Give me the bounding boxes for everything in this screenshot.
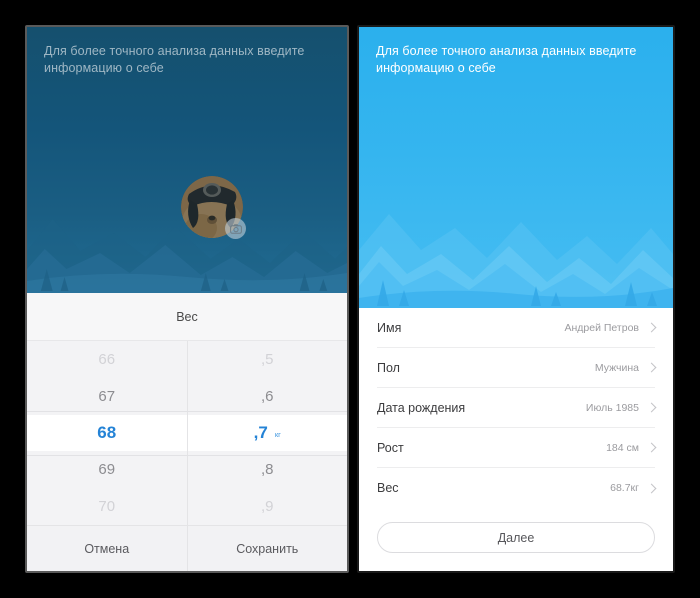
row-value: 68.7кг: [610, 482, 639, 494]
row-label: Рост: [377, 440, 404, 455]
profile-form-screen: Для более точного анализа данных введите…: [357, 25, 675, 573]
chevron-right-icon: [646, 442, 657, 453]
avatar-left[interactable]: [181, 176, 246, 239]
picker-item-decimal-selected[interactable]: ,7 кг: [187, 414, 347, 452]
cancel-button[interactable]: Отмена: [27, 526, 187, 571]
picker-item-whole-selected[interactable]: 68: [27, 414, 187, 452]
hero-header-right: Для более точного анализа данных введите…: [359, 27, 673, 308]
profile-row-birthdate[interactable]: Дата рождения Июль 1985: [377, 388, 657, 428]
row-value: Андрей Петров: [564, 321, 640, 334]
picker-title: Вес: [27, 293, 347, 341]
picker-item-decimal[interactable]: ,8: [188, 451, 348, 488]
row-value: 184 см: [606, 441, 639, 454]
picker-item-whole[interactable]: 69: [27, 451, 187, 488]
chevron-right-icon: [646, 362, 657, 373]
profile-row-name[interactable]: Имя Андрей Петров: [377, 308, 657, 348]
camera-glyph: [229, 223, 242, 234]
row-value: Мужчина: [594, 361, 639, 374]
profile-list: Имя Андрей Петров Пол Мужчина Дата рожде…: [359, 308, 673, 508]
profile-row-weight[interactable]: Вес 68.7кг: [377, 468, 657, 508]
picker-column-whole[interactable]: 66 67 68 69 70: [27, 341, 187, 525]
hero-title-left: Для более точного анализа данных введите…: [44, 44, 305, 75]
chevron-right-icon: [646, 402, 657, 413]
row-label: Имя: [377, 320, 402, 335]
selection-line-bottom: [27, 455, 347, 457]
weight-picker-screen: Для более точного анализа данных введите…: [25, 25, 349, 573]
selection-line-top: [27, 410, 347, 412]
next-button-container: Далее: [359, 508, 673, 553]
picker-item-whole[interactable]: 70: [27, 488, 187, 525]
row-label: Вес: [377, 481, 399, 495]
hero-title-right: Для более точного анализа данных введите…: [376, 44, 637, 75]
picker-item-whole[interactable]: 67: [27, 378, 187, 415]
picker-selected-whole-value: 68: [97, 422, 117, 442]
hero-header-left: Для более точного анализа данных введите…: [27, 27, 347, 293]
picker-column-decimal[interactable]: ,5 ,6 ,7 кг ,8 ,9: [186, 341, 348, 525]
picker-item-decimal[interactable]: ,5: [188, 341, 348, 378]
picker-actions: Отмена Сохранить: [27, 525, 347, 571]
profile-row-height[interactable]: Рост 184 см: [377, 428, 657, 468]
row-label: Пол: [377, 360, 400, 375]
picker-selected-decimal-value: ,7: [253, 422, 268, 442]
picker-item-whole[interactable]: 66: [27, 341, 187, 378]
chevron-right-icon: [646, 483, 657, 493]
picker-item-decimal[interactable]: ,6: [188, 378, 348, 415]
next-button[interactable]: Далее: [377, 522, 655, 553]
picker-item-decimal[interactable]: ,9: [188, 488, 348, 525]
profile-row-gender[interactable]: Пол Мужчина: [377, 348, 657, 388]
screenshot-stage: Для более точного анализа данных введите…: [0, 0, 700, 598]
row-value: Июль 1985: [585, 401, 639, 414]
chevron-right-icon: [646, 322, 657, 333]
weight-picker-sheet: Вес 66 67 68 69 70 ,5 ,6 ,7 кг ,8 ,9 Отм…: [27, 293, 347, 571]
weight-picker[interactable]: 66 67 68 69 70 ,5 ,6 ,7 кг ,8 ,9: [27, 341, 347, 525]
weight-unit-label: кг: [274, 429, 281, 439]
camera-icon[interactable]: [225, 218, 246, 239]
mountain-landscape-right: [359, 214, 673, 308]
row-label: Дата рождения: [377, 400, 466, 415]
save-button[interactable]: Сохранить: [186, 526, 348, 571]
